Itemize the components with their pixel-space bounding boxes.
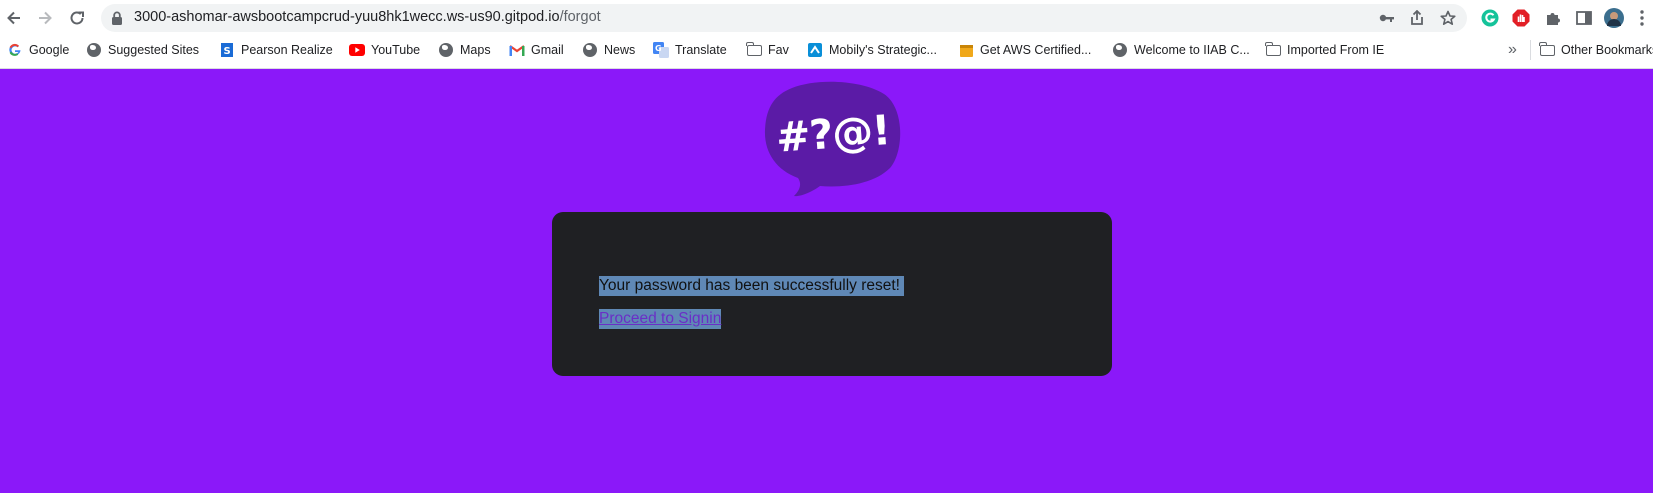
bookmark-label: Imported From IE <box>1287 43 1385 57</box>
bookmark-label: Other Bookmarks <box>1561 43 1653 57</box>
reset-success-card: Your password has been successfully rese… <box>552 212 1112 376</box>
globe-icon <box>1112 42 1128 58</box>
bookmark-news[interactable]: News <box>582 40 635 60</box>
bookmarks-overflow-button[interactable]: » <box>1508 40 1517 60</box>
bookmark-label: Google <box>29 43 70 57</box>
globe-icon <box>582 42 598 58</box>
aws-box-icon <box>958 42 974 58</box>
pearson-icon: S <box>219 42 235 58</box>
back-button[interactable] <box>3 7 25 29</box>
share-icon[interactable] <box>1409 10 1425 26</box>
folder-icon <box>1264 41 1281 58</box>
bookmark-label: Pearson Realize <box>241 43 333 57</box>
gmail-icon <box>509 42 525 58</box>
url-host: 3000-ashomar-awsbootcampcrud-yuu8hk1wecc… <box>134 9 560 25</box>
svg-text:S: S <box>224 46 231 57</box>
reload-button[interactable] <box>66 7 88 29</box>
bookmark-iiab[interactable]: Welcome to IIAB C... <box>1112 40 1250 60</box>
mobily-icon <box>807 42 823 58</box>
browser-chrome: 3000-ashomar-awsbootcampcrud-yuu8hk1wecc… <box>0 0 1653 69</box>
back-arrow-icon <box>7 11 20 25</box>
proceed-to-signin-link[interactable]: Proceed to Signin <box>599 309 722 329</box>
bookmark-label: Suggested Sites <box>108 43 200 57</box>
google-g-icon <box>7 42 23 58</box>
bookmark-folder-imported[interactable]: Imported From IE <box>1264 40 1385 60</box>
forward-arrow-icon <box>39 11 52 25</box>
adblock-extension-icon[interactable] <box>1511 8 1531 28</box>
folder-icon <box>745 41 762 58</box>
bookmark-label: News <box>604 43 636 57</box>
chevron-double-right-icon: » <box>1508 41 1517 58</box>
bookmark-other-bookmarks[interactable]: Other Bookmarks <box>1538 40 1653 60</box>
bookmark-label: Maps <box>460 43 491 57</box>
bookmark-aws-certified[interactable]: Get AWS Certified... <box>958 40 1091 60</box>
lock-icon <box>112 11 122 25</box>
browser-toolbar: 3000-ashomar-awsbootcampcrud-yuu8hk1wecc… <box>0 0 1653 36</box>
translate-icon: G <box>653 42 669 58</box>
bookmark-youtube[interactable]: YouTube <box>349 40 420 60</box>
chrome-menu-icon[interactable] <box>1636 8 1648 28</box>
url-path: /forgot <box>559 9 601 25</box>
bookmark-label: Get AWS Certified... <box>980 43 1092 57</box>
bookmark-label: Mobily's Strategic... <box>829 43 937 57</box>
bookmark-pearson-realize[interactable]: S Pearson Realize <box>219 40 333 60</box>
globe-icon <box>86 42 102 58</box>
address-bar[interactable]: 3000-ashomar-awsbootcampcrud-yuu8hk1wecc… <box>101 4 1467 32</box>
bookmark-google[interactable]: Google <box>7 40 69 60</box>
bookmark-translate[interactable]: G Translate <box>653 40 727 60</box>
password-key-icon[interactable] <box>1379 10 1395 26</box>
bookmark-maps[interactable]: Maps <box>438 40 491 60</box>
bookmark-gmail[interactable]: Gmail <box>509 40 564 60</box>
bookmarks-bar: Google Suggested Sites S Pearson Realize… <box>0 38 1653 62</box>
bookmarks-divider <box>1530 40 1531 60</box>
extensions-puzzle-icon[interactable] <box>1543 8 1563 28</box>
bookmark-star-icon[interactable] <box>1440 10 1456 26</box>
bookmark-suggested-sites[interactable]: Suggested Sites <box>86 40 199 60</box>
side-panel-icon[interactable] <box>1574 8 1594 28</box>
logo-text: #?@! <box>774 105 892 162</box>
youtube-icon <box>349 42 365 58</box>
bookmark-label: Fav <box>768 43 789 57</box>
forward-button[interactable] <box>34 7 56 29</box>
bookmark-label: Translate <box>675 43 727 57</box>
grammarly-extension-icon[interactable] <box>1480 8 1500 28</box>
url-text: 3000-ashomar-awsbootcampcrud-yuu8hk1wecc… <box>134 9 601 25</box>
bookmark-label: Gmail <box>531 43 564 57</box>
folder-icon <box>1538 41 1555 58</box>
globe-icon <box>438 42 454 58</box>
bookmark-label: YouTube <box>371 43 421 57</box>
bookmark-folder-fav[interactable]: Fav <box>745 40 789 60</box>
profile-avatar[interactable] <box>1604 8 1624 28</box>
bookmark-mobily[interactable]: Mobily's Strategic... <box>807 40 937 60</box>
success-message: Your password has been successfully rese… <box>599 276 904 296</box>
svg-text:G: G <box>655 44 662 53</box>
reload-icon <box>70 11 84 25</box>
bookmark-label: Welcome to IIAB C... <box>1134 43 1250 57</box>
